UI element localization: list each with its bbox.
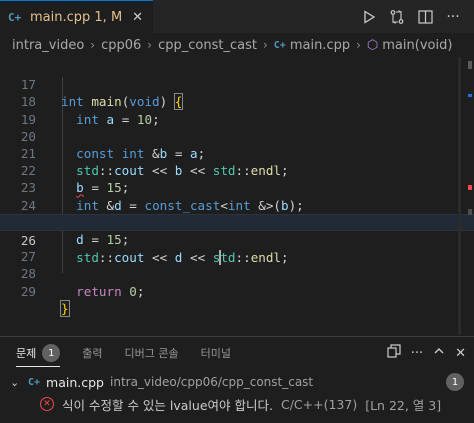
code-line[interactable]: 24 std::cout << d << std::endl; (0, 179, 474, 230)
modified-marker (468, 94, 472, 97)
split-editor-icon[interactable] (414, 6, 436, 28)
problem-message: 식이 수정할 수 있는 lvalue여야 합니다. (62, 397, 273, 413)
tab-output[interactable]: 출력 (82, 337, 102, 369)
breadcrumb-item-main-cpp[interactable]: main.cpp (290, 38, 350, 53)
problem-file-path: intra_video/cpp06/cpp_const_cast (110, 375, 314, 389)
breadcrumb-item-cpp06[interactable]: cpp06 (101, 38, 141, 53)
tab-terminal[interactable]: 터미널 (201, 337, 231, 369)
close-icon[interactable]: ✕ (132, 10, 143, 25)
code-line[interactable]: 28 return 0; (0, 248, 474, 298)
tab-debug-console-label: 디버그 콘솔 (124, 347, 179, 360)
chevron-right-icon: › (356, 38, 361, 52)
editor-actions: ··· (358, 0, 474, 33)
tab-debug-console[interactable]: 디버그 콘솔 (125, 337, 179, 369)
chevron-right-icon: › (262, 38, 268, 52)
panel-actions: ··· ✕ (387, 337, 466, 369)
method-symbol-icon: ⬡ (366, 37, 379, 53)
code-line[interactable]: 20 const int &b = a; (0, 111, 474, 161)
bottom-panel: 문제 1 출력 디버그 콘솔 터미널 ··· ✕ ⌄ C+ main.cpp i… (0, 336, 474, 423)
code-line[interactable]: 18 int a = 10; (0, 76, 474, 126)
chevron-right-icon: › (90, 38, 96, 52)
cpp-file-icon: C+ (273, 39, 286, 51)
error-icon: ✕ (40, 397, 54, 411)
tab-status: 1, M (94, 9, 123, 25)
code-line[interactable]: 17 int main(void) { (0, 59, 474, 111)
tab-problems[interactable]: 문제 1 (16, 337, 61, 369)
overview-ruler-scrollbar[interactable] (460, 57, 474, 335)
breadcrumb-item-main-void[interactable]: main(void) (382, 38, 452, 53)
cpp-file-icon: C+ (8, 10, 22, 24)
problem-file-count-badge: 1 (446, 373, 464, 391)
copy-icon[interactable] (387, 344, 401, 362)
code-line[interactable]: 29 } (0, 265, 474, 317)
code-line[interactable]: 19 (0, 93, 474, 127)
code-text: return 0; (76, 283, 145, 299)
more-icon[interactable]: ··· (411, 346, 423, 361)
code-line[interactable]: 25 d = 15; (0, 197, 474, 247)
problem-source: C/C++(137) (280, 396, 358, 412)
tab-problems-label: 문제 (16, 347, 37, 360)
chevron-right-icon: › (147, 38, 153, 52)
code-line[interactable]: 23 int &d = const_cast<int &>(b); (0, 162, 474, 212)
problem-file-name: main.cpp (46, 374, 104, 390)
code-text: } (60, 299, 70, 317)
code-line-current[interactable]: 26 std::cout << d << std::endl; (0, 213, 474, 266)
line-number: 29 (20, 283, 36, 299)
problem-location: [Ln 22, 열 3] (365, 397, 442, 413)
run-icon[interactable] (358, 6, 380, 28)
chevron-up-icon[interactable] (433, 345, 445, 361)
chevron-down-icon[interactable]: ⌄ (10, 376, 22, 389)
breadcrumb-item-intra-video[interactable]: intra_video (12, 38, 84, 53)
code-line[interactable]: 22 b = 15; (0, 145, 474, 195)
tab-terminal-label: 터미널 (200, 347, 231, 360)
close-panel-icon[interactable]: ✕ (455, 346, 466, 361)
problem-item[interactable]: ✕ 식이 수정할 수 있는 lvalue여야 합니다. C/C++(137) [… (0, 393, 474, 415)
tab-label: main.cpp (30, 9, 91, 25)
problems-count-badge: 1 (42, 344, 61, 362)
code-line[interactable]: 21 std::cout << b << std::endl; (0, 128, 474, 178)
tab-output-label: 출력 (82, 347, 103, 360)
editor-tab-bar: C+ main.cpp 1, M ✕ ··· (0, 0, 474, 33)
tab-main-cpp[interactable]: C+ main.cpp 1, M ✕ (0, 0, 154, 33)
breadcrumb-item-cpp-const-cast[interactable]: cpp_const_cast (158, 38, 257, 53)
error-marker (468, 185, 472, 190)
compare-changes-icon[interactable] (386, 6, 408, 28)
code-editor[interactable]: 17 int main(void) { 18 int a = 10; 19 20… (0, 57, 474, 335)
code-line[interactable]: 27 (0, 231, 474, 264)
cursor-marker (468, 209, 472, 215)
more-icon[interactable]: ··· (442, 6, 464, 28)
breadcrumb: intra_video › cpp06 › cpp_const_cast › C… (0, 33, 474, 57)
cpp-file-icon: C+ (28, 376, 41, 388)
scroll-thumb[interactable] (468, 61, 472, 69)
problem-file-row[interactable]: ⌄ C+ main.cpp intra_video/cpp06/cpp_cons… (0, 371, 474, 393)
